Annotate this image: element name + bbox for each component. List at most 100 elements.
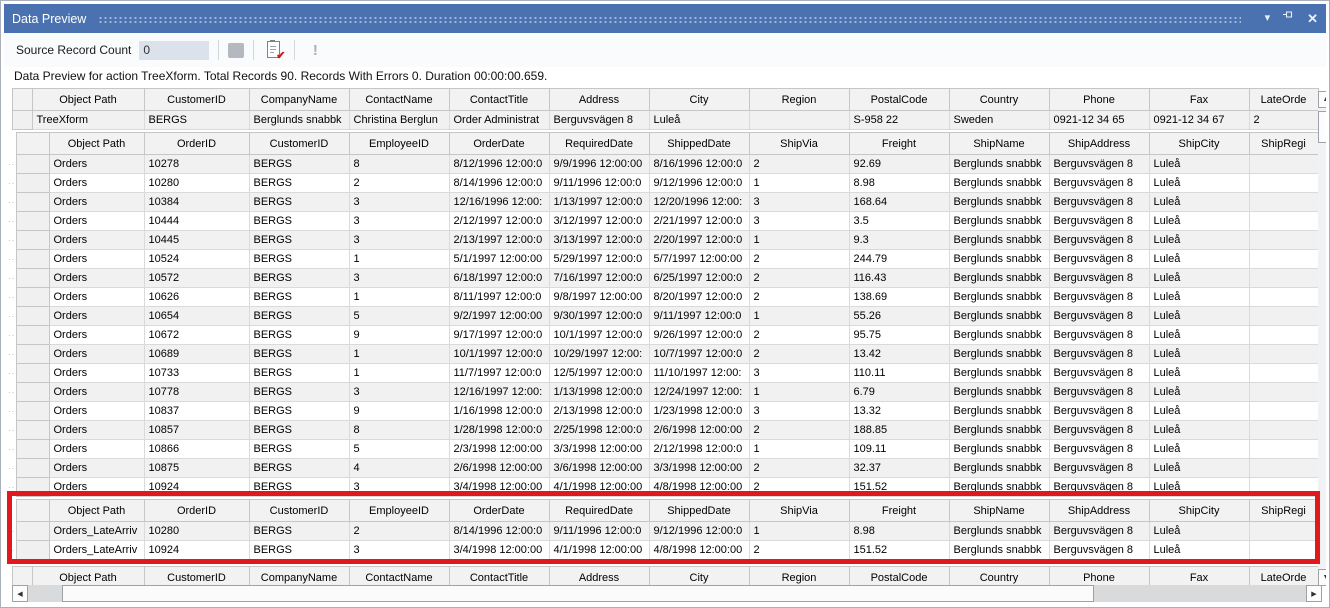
cell[interactable]: 3 <box>349 212 449 231</box>
cell[interactable]: Orders <box>49 459 144 478</box>
cell[interactable]: 3/6/1998 12:00:00 <box>549 459 649 478</box>
cell[interactable] <box>1249 307 1318 326</box>
cell[interactable]: 9/17/1997 12:00:0 <box>449 326 549 345</box>
cell[interactable]: 9 <box>349 402 449 421</box>
scroll-down-icon[interactable]: ▼ <box>1318 569 1326 586</box>
horizontal-scrollbar[interactable]: ◀ ▶ <box>12 585 1322 602</box>
cell[interactable] <box>1249 478 1318 497</box>
cell[interactable]: Luleå <box>1149 288 1249 307</box>
vertical-scrollbar-thumb[interactable] <box>1318 111 1326 143</box>
column-header[interactable]: Address <box>549 89 649 111</box>
cell[interactable]: 8/14/1996 12:00:0 <box>449 522 549 541</box>
cell[interactable]: Berglunds snabbk <box>949 212 1049 231</box>
cell[interactable]: 10444 <box>144 212 249 231</box>
cell[interactable]: 1 <box>749 522 849 541</box>
cell[interactable]: Luleå <box>1149 402 1249 421</box>
pin-icon[interactable] <box>1282 4 1295 33</box>
row-header-corner[interactable] <box>16 500 49 522</box>
cell[interactable]: 168.64 <box>849 193 949 212</box>
cell[interactable]: Berglunds snabbk <box>949 478 1049 497</box>
cell[interactable]: 5 <box>349 307 449 326</box>
column-header[interactable]: ShipAddress <box>1049 133 1149 155</box>
cell[interactable]: 10689 <box>144 345 249 364</box>
cell[interactable]: BERGS <box>249 231 349 250</box>
column-header[interactable]: CustomerID <box>249 133 349 155</box>
cell[interactable]: 2/3/1998 12:00:00 <box>449 440 549 459</box>
cell[interactable]: 1 <box>749 383 849 402</box>
cell[interactable] <box>1249 174 1318 193</box>
column-header[interactable]: CompanyName <box>249 567 349 588</box>
column-header[interactable]: LateOrde <box>1249 567 1318 588</box>
column-header[interactable]: ShipCity <box>1149 133 1249 155</box>
cell[interactable]: 10924 <box>144 541 249 560</box>
cell[interactable]: 9/9/1996 12:00:00 <box>549 155 649 174</box>
column-header[interactable]: Country <box>949 567 1049 588</box>
cell[interactable]: Order Administrat <box>449 111 549 130</box>
cell[interactable]: Berglunds snabbk <box>949 193 1049 212</box>
row-header[interactable] <box>16 345 49 364</box>
row-header[interactable] <box>16 212 49 231</box>
cell[interactable]: Christina Berglun <box>349 111 449 130</box>
column-header[interactable]: ShipRegi <box>1249 500 1318 522</box>
column-header[interactable]: Country <box>949 89 1049 111</box>
titlebar-grip-texture[interactable] <box>98 15 1240 24</box>
cell[interactable]: 9/11/1996 12:00:0 <box>549 174 649 193</box>
cell[interactable]: 10/7/1997 12:00:0 <box>649 345 749 364</box>
cell[interactable]: BERGS <box>249 269 349 288</box>
cell[interactable] <box>1249 250 1318 269</box>
cell[interactable]: 2 <box>749 345 849 364</box>
vertical-scrollbar[interactable]: ▲ ▼ <box>1318 91 1326 586</box>
cell[interactable]: Luleå <box>1149 212 1249 231</box>
column-header[interactable]: Object Path <box>49 133 144 155</box>
cell[interactable]: Berglunds snabbk <box>949 269 1049 288</box>
cell[interactable]: 10733 <box>144 364 249 383</box>
horizontal-scrollbar-thumb[interactable] <box>62 585 1094 602</box>
column-header[interactable]: ShipVia <box>749 133 849 155</box>
cell[interactable]: 3 <box>349 193 449 212</box>
scroll-up-icon[interactable]: ▲ <box>1318 91 1326 108</box>
cell[interactable]: BERGS <box>249 478 349 497</box>
cell[interactable]: Orders <box>49 307 144 326</box>
column-header[interactable]: ShipVia <box>749 500 849 522</box>
column-header[interactable]: ShipRegi <box>1249 133 1318 155</box>
cell[interactable]: 9/12/1996 12:00:0 <box>649 522 749 541</box>
cell[interactable]: 1/13/1998 12:00:0 <box>549 383 649 402</box>
cell[interactable]: Berguvsvägen 8 <box>1049 212 1149 231</box>
cell[interactable]: Orders <box>49 212 144 231</box>
cell[interactable]: Berguvsvägen 8 <box>1049 155 1149 174</box>
row-header[interactable] <box>16 307 49 326</box>
cell[interactable] <box>1249 193 1318 212</box>
cell[interactable]: 10626 <box>144 288 249 307</box>
cell[interactable]: 10/29/1997 12:00: <box>549 345 649 364</box>
cell[interactable]: 2 <box>749 459 849 478</box>
column-header[interactable]: OrderDate <box>449 500 549 522</box>
cell[interactable]: 2 <box>349 174 449 193</box>
cell[interactable]: Orders <box>49 478 144 497</box>
column-header[interactable]: PostalCode <box>849 567 949 588</box>
cell[interactable]: 9/30/1997 12:00:0 <box>549 307 649 326</box>
cell[interactable]: 3/3/1998 12:00:00 <box>549 440 649 459</box>
cell[interactable]: Berguvsvägen 8 <box>1049 231 1149 250</box>
row-header-corner[interactable] <box>12 89 32 111</box>
column-header[interactable]: ShipCity <box>1149 500 1249 522</box>
cell[interactable]: 2/25/1998 12:00:0 <box>549 421 649 440</box>
cell[interactable]: 5/7/1997 12:00:00 <box>649 250 749 269</box>
row-header[interactable] <box>16 326 49 345</box>
cell[interactable]: 6/18/1997 12:00:0 <box>449 269 549 288</box>
row-header[interactable] <box>16 364 49 383</box>
cell[interactable]: Berguvsvägen 8 <box>1049 269 1149 288</box>
cell[interactable]: 3.5 <box>849 212 949 231</box>
cell[interactable]: Berglunds snabbk <box>949 174 1049 193</box>
cell[interactable]: BERGS <box>249 212 349 231</box>
cell[interactable]: Orders <box>49 440 144 459</box>
cell[interactable]: 7/16/1997 12:00:0 <box>549 269 649 288</box>
column-header[interactable]: EmployeeID <box>349 133 449 155</box>
cell[interactable]: 2 <box>749 250 849 269</box>
cell[interactable] <box>749 111 849 130</box>
cell[interactable]: 8/11/1997 12:00:0 <box>449 288 549 307</box>
cell[interactable]: 9/11/1997 12:00:0 <box>649 307 749 326</box>
column-header[interactable]: Fax <box>1149 89 1249 111</box>
cell[interactable]: Berglunds snabbk <box>949 326 1049 345</box>
cell[interactable]: 6/25/1997 12:00:0 <box>649 269 749 288</box>
cell[interactable]: 0921-12 34 65 <box>1049 111 1149 130</box>
